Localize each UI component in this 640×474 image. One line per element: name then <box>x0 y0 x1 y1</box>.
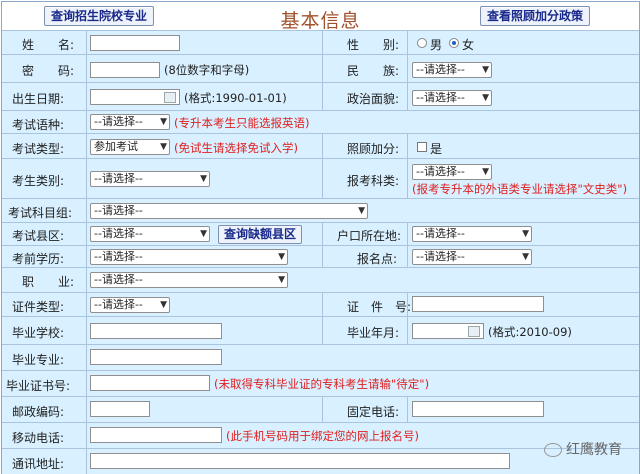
exam-type-label: 考试类型: <box>12 142 65 156</box>
bonus-label: 照顾加分: <box>347 142 400 156</box>
phone-label: 固定电话: <box>347 405 400 419</box>
row-major: 毕业专业: <box>2 344 639 371</box>
exam-type-hint: (免试生请选择免试入学) <box>174 141 298 155</box>
postcode-label: 邮政编码: <box>12 405 65 419</box>
political-label: 政治面貌: <box>347 92 400 106</box>
row-education-site: 考前学历: --请选择-- ▼ 报名点: --请选择-- ▼ <box>2 245 639 268</box>
mobile-hint: (此手机号码用于绑定您的网上报名号) <box>226 429 419 443</box>
name-label: 姓 名: <box>22 38 75 52</box>
query-vacant-district-button[interactable]: 查询缺额县区 <box>218 225 303 244</box>
calendar-icon[interactable] <box>468 326 480 337</box>
education-label: 考前学历: <box>12 252 65 266</box>
gender-male-label: 男 <box>430 38 443 52</box>
certificate-label: 毕业证书号: <box>6 379 71 393</box>
major-label: 毕业专业: <box>12 353 65 367</box>
row-language: 考试语种: --请选择-- ▼ (专升本考生只能选报英语) <box>2 110 639 134</box>
certificate-hint: (未取得专科毕业证的专科考生请输"待定") <box>214 377 430 391</box>
row-occupation: 职 业: --请选择-- ▼ <box>2 267 639 293</box>
grad-year-label: 毕业年月: <box>347 326 400 340</box>
row-examtype-bonus: 考试类型: 参加考试 ▼ (免试生请选择免试入学) 照顾加分: 是 <box>2 133 639 159</box>
major-input[interactable] <box>90 349 222 365</box>
row-password-ethnic: 密 码: (8位数字和字母) 民 族: --请选择-- ▼ <box>2 54 639 83</box>
subject-group-select[interactable]: --请选择-- ▼ <box>90 203 368 219</box>
grad-year-input[interactable] <box>412 323 484 339</box>
category-select[interactable]: --请选择-- ▼ <box>90 171 210 187</box>
language-label: 考试语种: <box>12 118 65 132</box>
birth-label: 出生日期: <box>12 92 65 106</box>
password-input[interactable] <box>90 62 160 78</box>
subject-hint: (报考专升本的外语类专业请选择"文史类") <box>412 182 628 196</box>
certificate-input[interactable] <box>90 375 210 391</box>
password-hint: (8位数字和字母) <box>164 63 250 77</box>
row-birth-political: 出生日期: (格式:1990-01-01) 政治面貌: --请选择-- ▼ <box>2 82 639 111</box>
header-bar: 查询招生院校专业 基本信息 查看照顾加分政策 <box>2 2 639 32</box>
row-certificate: 毕业证书号: (未取得专科毕业证的专科考生请输"待定") <box>2 370 639 397</box>
address-label: 通讯地址: <box>12 457 65 471</box>
calendar-icon[interactable] <box>164 92 176 103</box>
occupation-select[interactable]: --请选择-- ▼ <box>90 272 288 288</box>
ethnic-label: 民 族: <box>347 64 400 78</box>
grad-year-hint: (格式:2010-09) <box>488 325 572 339</box>
row-subject-group: 考试科目组: --请选择-- ▼ <box>2 198 639 223</box>
bonus-checkbox[interactable] <box>417 142 427 152</box>
watermark: 红鹰教育 <box>544 439 622 459</box>
row-name-gender: 姓 名: 性 别: 男 女 <box>2 30 639 55</box>
occupation-label: 职 业: <box>22 275 75 289</box>
id-type-select[interactable]: --请选择-- ▼ <box>90 297 170 313</box>
school-label: 毕业学校: <box>12 326 65 340</box>
birth-input[interactable] <box>90 89 180 105</box>
district-label: 考试县区: <box>12 229 65 243</box>
bonus-policy-button[interactable]: 查看照顾加分政策 <box>480 6 591 26</box>
language-hint: (专升本考生只能选报英语) <box>174 116 310 130</box>
site-select[interactable]: --请选择-- ▼ <box>412 249 532 265</box>
district-select[interactable]: --请选择-- ▼ <box>90 226 210 242</box>
bonus-yes-label: 是 <box>430 142 443 156</box>
mobile-input[interactable] <box>90 427 222 443</box>
postcode-input[interactable] <box>90 401 150 417</box>
hukou-select[interactable]: --请选择-- ▼ <box>412 226 532 242</box>
school-input[interactable] <box>90 323 222 339</box>
hukou-label: 户口所在地: <box>337 229 402 243</box>
education-select[interactable]: --请选择-- ▼ <box>90 249 288 265</box>
exam-type-select[interactable]: 参加考试 ▼ <box>90 139 170 155</box>
address-input[interactable] <box>90 453 510 469</box>
row-school-gradyear: 毕业学校: 毕业年月: (格式:2010-09) <box>2 316 639 345</box>
subject-select[interactable]: --请选择-- ▼ <box>412 164 492 180</box>
subject-label: 报考科类: <box>347 174 400 188</box>
birth-hint: (格式:1990-01-01) <box>184 91 287 105</box>
gender-female-label: 女 <box>462 38 475 52</box>
row-district-hukou: 考试县区: --请选择-- ▼ 查询缺额县区 户口所在地: --请选择-- ▼ <box>2 222 639 246</box>
category-label: 考生类别: <box>12 174 65 188</box>
password-label: 密 码: <box>22 64 75 78</box>
subject-group-label: 考试科目组: <box>8 206 73 220</box>
row-category-subject: 考生类别: --请选择-- ▼ 报考科类: --请选择-- ▼ (报考专升本的外语类… <box>2 158 639 199</box>
row-idtype-idno: 证件类型: --请选择-- ▼ 证 件 号: <box>2 292 639 317</box>
row-postcode-phone: 邮政编码: 固定电话: <box>2 396 639 423</box>
political-select[interactable]: --请选择-- ▼ <box>412 90 492 106</box>
mobile-label: 移动电话: <box>12 431 65 445</box>
gender-label: 性 别: <box>347 38 400 52</box>
gender-female-radio[interactable] <box>449 38 459 48</box>
id-number-label: 证 件 号: <box>347 300 412 314</box>
site-label: 报名点: <box>357 252 398 266</box>
gender-male-radio[interactable] <box>417 38 427 48</box>
name-input[interactable] <box>90 35 180 51</box>
id-number-input[interactable] <box>412 296 544 312</box>
form-frame: 查询招生院校专业 基本信息 查看照顾加分政策 姓 名: 性 别: 男 女 密 码… <box>1 1 640 474</box>
language-select[interactable]: --请选择-- ▼ <box>90 114 170 130</box>
wechat-icon <box>544 443 562 457</box>
ethnic-select[interactable]: --请选择-- ▼ <box>412 62 492 78</box>
id-type-label: 证件类型: <box>12 300 65 314</box>
phone-input[interactable] <box>412 401 544 417</box>
